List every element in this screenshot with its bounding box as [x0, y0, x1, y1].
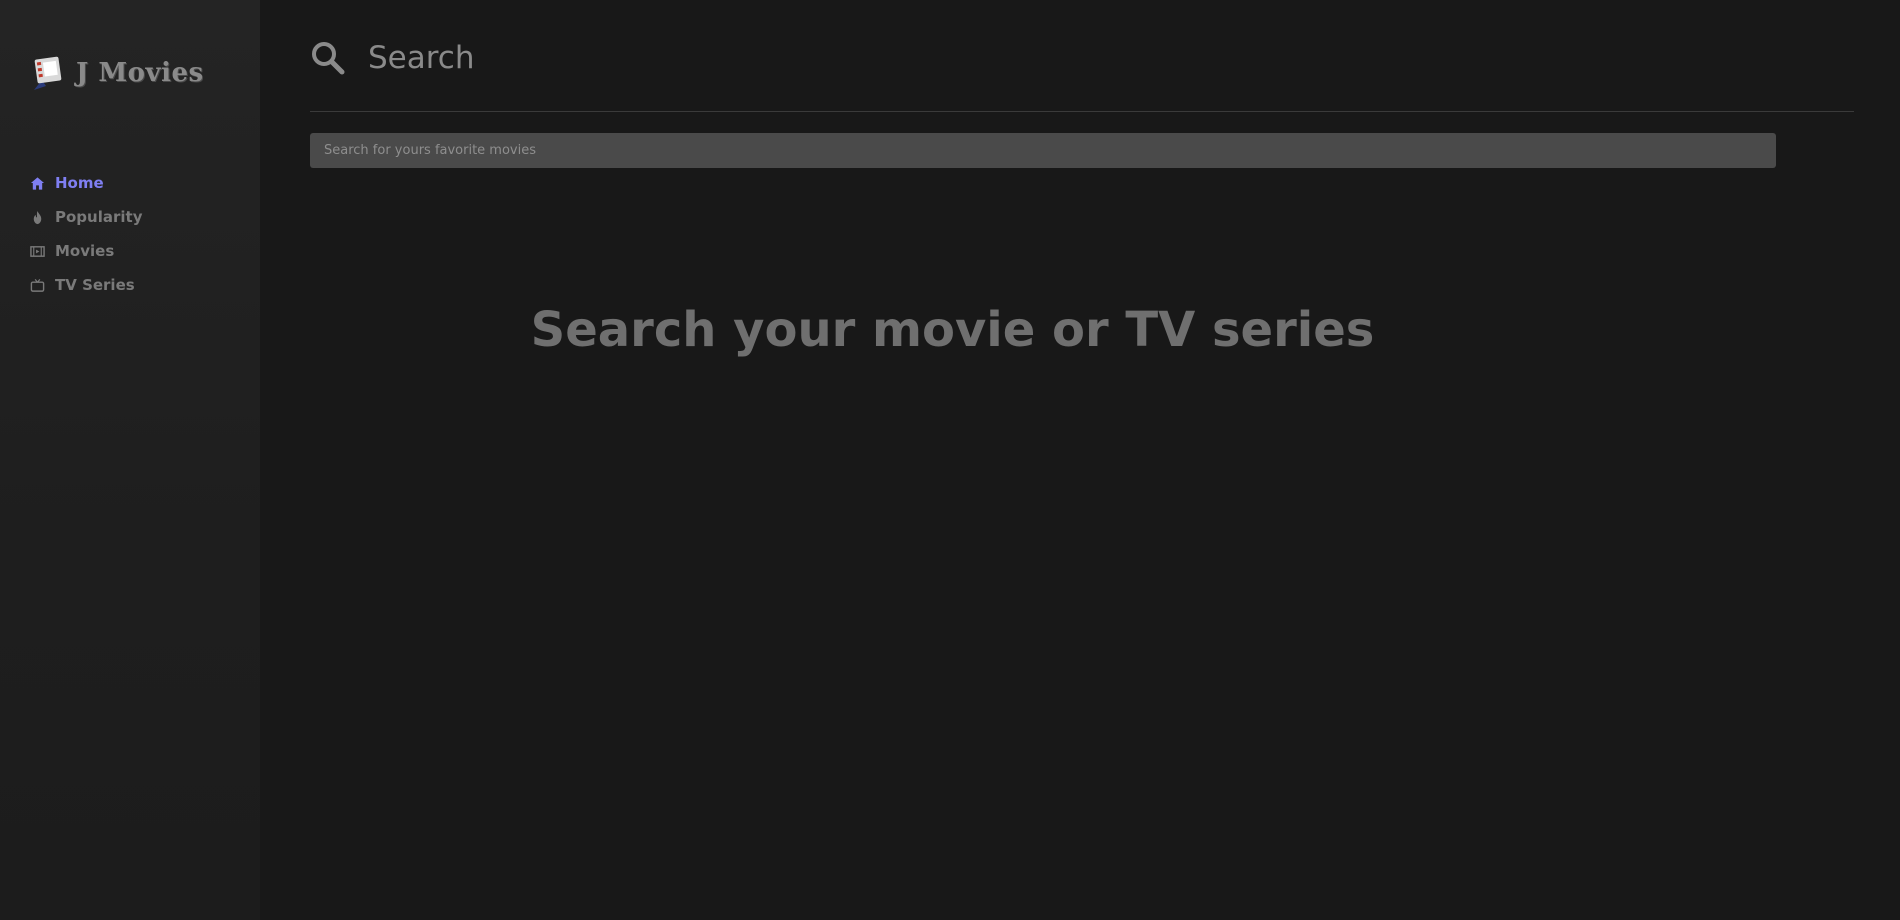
header-divider	[310, 111, 1854, 112]
sidebar-item-home[interactable]: Home	[30, 166, 142, 200]
sidebar-item-tv-series[interactable]: TV Series	[30, 268, 142, 302]
sidebar-item-label: Home	[55, 174, 104, 192]
flame-icon	[33, 210, 42, 224]
film-icon	[30, 245, 45, 257]
home-icon	[30, 176, 45, 190]
sidebar: J Movies Home Popularity Movies TV Serie…	[0, 0, 260, 920]
search-icon	[312, 42, 345, 75]
film-clapper-icon	[34, 56, 62, 90]
page-title: Search	[368, 40, 475, 76]
sidebar-item-label: Popularity	[55, 208, 143, 226]
sidebar-nav: Home Popularity Movies TV Series	[30, 166, 142, 302]
empty-state-message: Search your movie or TV series	[530, 302, 1375, 358]
tv-icon	[30, 278, 45, 292]
sidebar-item-popularity[interactable]: Popularity	[30, 200, 142, 234]
brand-logo[interactable]: J Movies	[32, 54, 204, 92]
search-input[interactable]	[310, 133, 1776, 168]
sidebar-item-movies[interactable]: Movies	[30, 234, 142, 268]
app-root: J Movies Home Popularity Movies TV Serie…	[0, 0, 1900, 920]
main-content: Search Search your movie or TV series	[260, 0, 1900, 920]
page-header: Search	[310, 40, 475, 76]
sidebar-item-label: Movies	[55, 242, 115, 260]
sidebar-item-label: TV Series	[55, 276, 135, 294]
brand-name: J Movies	[76, 58, 204, 88]
